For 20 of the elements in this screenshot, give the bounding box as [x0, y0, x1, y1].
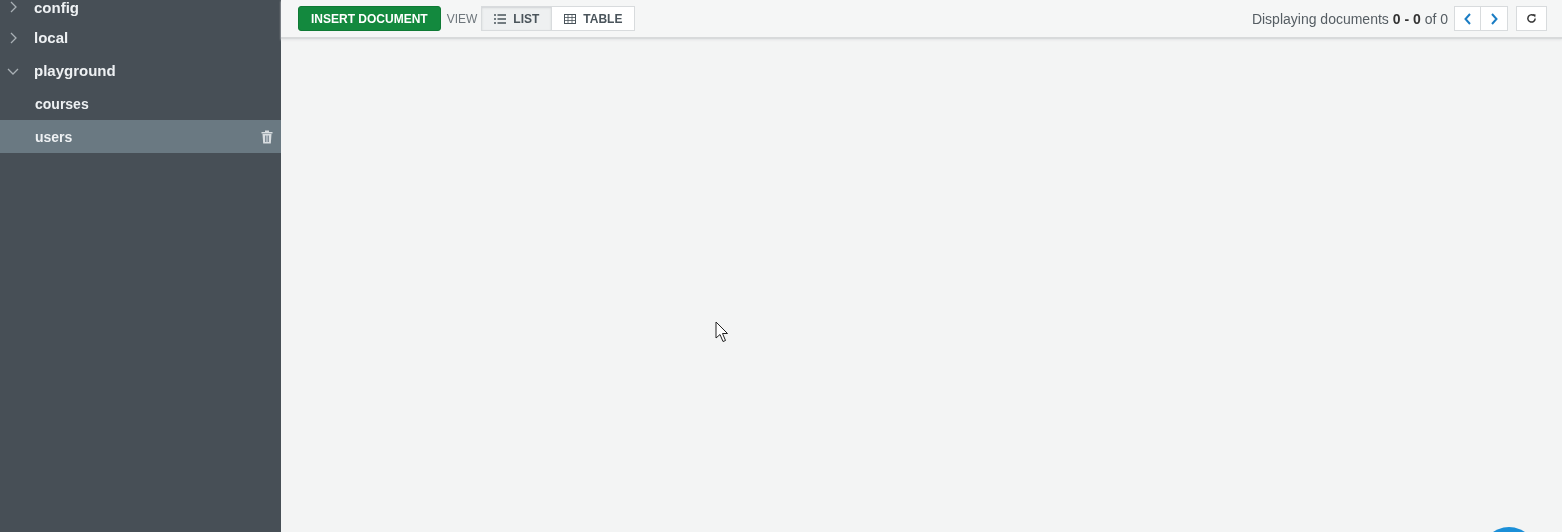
view-toggle[interactable]: TABLE [552, 6, 636, 31]
collection-item[interactable]: courses [0, 87, 281, 120]
view-label: VIEW [446, 11, 478, 26]
cursor-icon [715, 321, 729, 343]
next-page-button[interactable] [1481, 6, 1508, 31]
view-toggle[interactable]: LIST [481, 6, 553, 31]
trash-icon[interactable] [261, 129, 273, 144]
list-icon [494, 13, 507, 24]
database-item[interactable]: config [0, 0, 281, 21]
previous-page-button[interactable] [1454, 6, 1481, 31]
collection-item[interactable]: users [0, 120, 281, 153]
insert-document-button[interactable]: INSERT DOCUMENT [298, 6, 441, 31]
table-icon [564, 13, 577, 24]
pagination-text: Displaying documents 0 - 0 of 0 [1251, 10, 1448, 27]
database-item[interactable]: local [0, 21, 281, 54]
refresh-icon [1526, 13, 1537, 24]
database-item[interactable]: playground [0, 54, 281, 87]
chevron-left-icon [1463, 12, 1472, 25]
chevron-right-icon [1490, 12, 1498, 25]
refresh-button[interactable] [1516, 6, 1547, 31]
